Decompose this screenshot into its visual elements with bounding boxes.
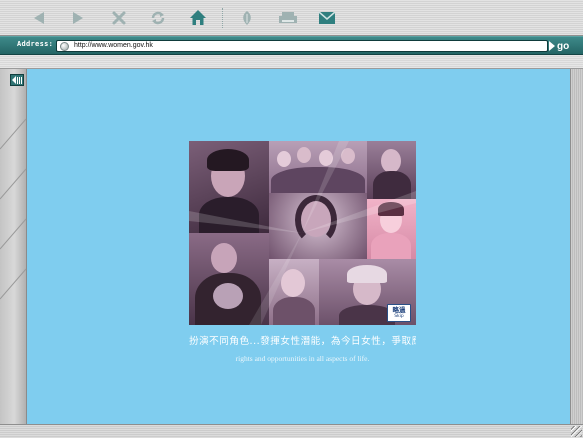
address-bar: Address: http://www.women.gov.hk go	[0, 36, 583, 55]
stop-icon[interactable]	[107, 7, 131, 29]
refresh-icon[interactable]	[146, 7, 170, 29]
skip-label-cn: 略過	[392, 306, 406, 314]
sidebar	[0, 69, 27, 429]
address-url[interactable]: http://www.women.gov.hk	[74, 42, 153, 49]
forward-icon[interactable]	[66, 7, 90, 29]
resize-grip-icon[interactable]	[571, 426, 582, 437]
light-rays	[189, 141, 416, 325]
women-photo-collage[interactable]: 略過 Skip	[189, 141, 416, 325]
skip-button[interactable]: 略過 Skip	[387, 304, 411, 322]
favorites-icon[interactable]	[235, 7, 259, 29]
toolbar-separator	[222, 8, 224, 28]
back-icon[interactable]	[27, 7, 51, 29]
print-icon[interactable]	[276, 7, 300, 29]
english-tagline: rights and opportunities in all aspects …	[235, 354, 370, 363]
sidebar-decoration	[0, 118, 27, 300]
page-content: 略過 Skip 扮演不同角色...發揮女性潛能，為今日女性，爭取應 rights…	[27, 69, 570, 424]
go-label: go	[557, 40, 570, 52]
vertical-scrollbar[interactable]	[570, 69, 583, 424]
address-input[interactable]: http://www.women.gov.hk	[56, 40, 548, 52]
go-arrow-icon	[549, 41, 555, 51]
address-label: Address:	[17, 40, 54, 48]
chinese-tagline: 扮演不同角色...發揮女性潛能，為今日女性，爭取應	[189, 336, 416, 347]
globe-icon	[60, 42, 69, 51]
mail-icon[interactable]	[315, 7, 339, 29]
status-bar	[0, 424, 583, 438]
browser-toolbar	[0, 0, 583, 36]
tab-strip	[0, 55, 583, 69]
home-icon[interactable]	[186, 7, 210, 29]
skip-label-en: Skip	[394, 314, 404, 319]
go-button[interactable]: go	[549, 39, 581, 53]
